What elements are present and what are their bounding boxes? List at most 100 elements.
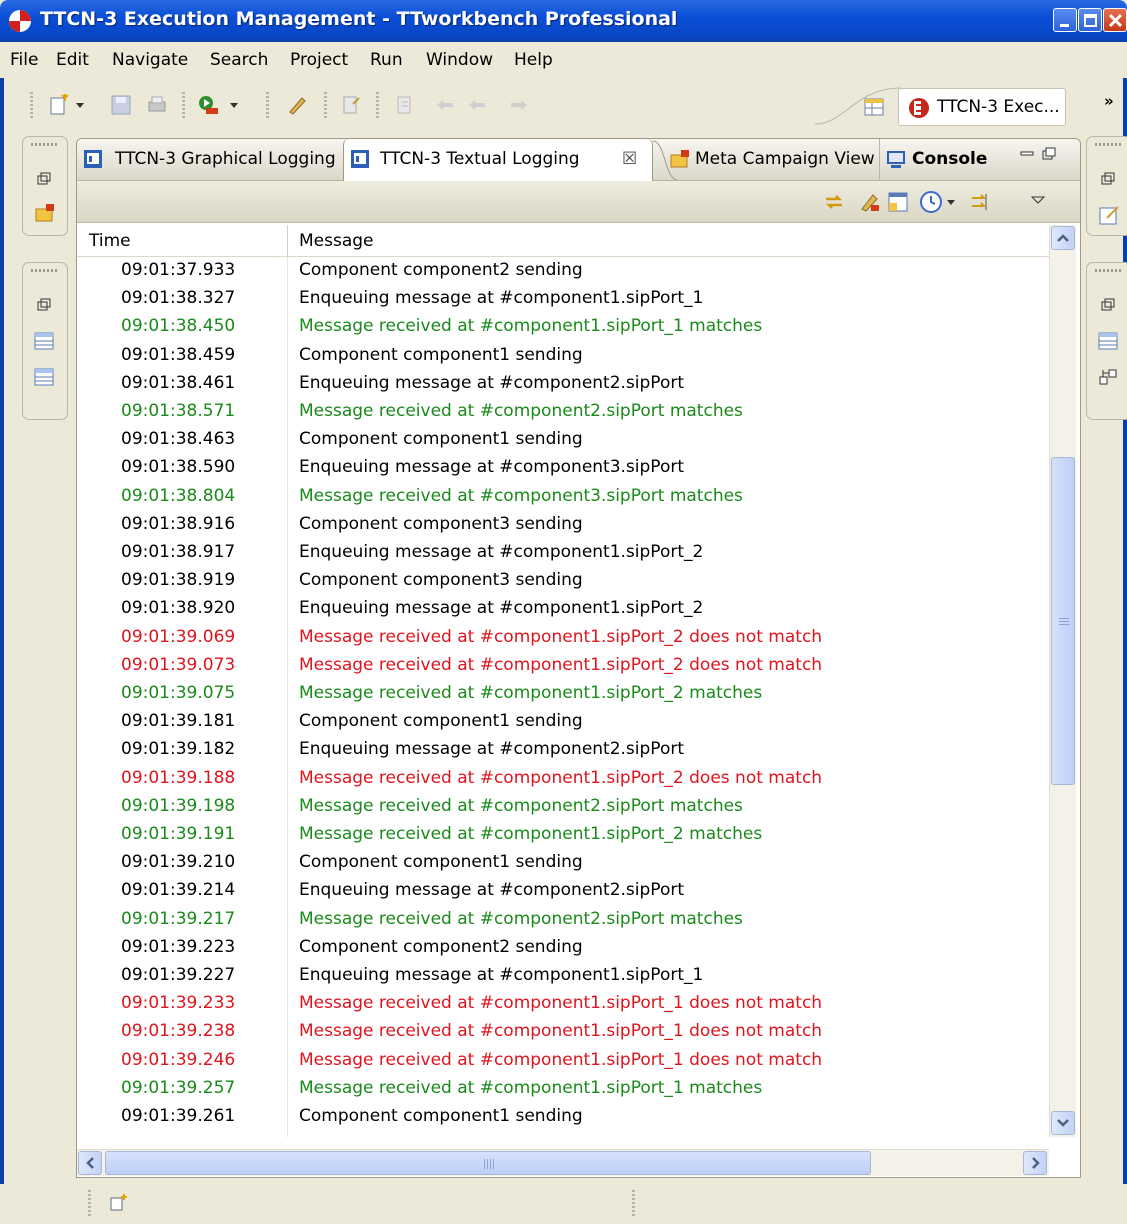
menu-run[interactable]: Run [370, 50, 403, 70]
table-row[interactable]: 09:01:38.590 Enqueuing message at #compon… [77, 454, 1049, 482]
table-row[interactable]: 09:01:39.238 Message received at #compone… [77, 1018, 1049, 1046]
view-menu-icon[interactable] [1029, 191, 1047, 213]
table-row[interactable]: 09:01:38.571 Message received at #compone… [77, 398, 1049, 426]
table-row[interactable]: 09:01:39.233 Message received at #compone… [77, 990, 1049, 1018]
table-view-icon[interactable] [34, 331, 54, 351]
table-view-icon[interactable] [1098, 331, 1118, 351]
forward-icon[interactable] [508, 94, 530, 116]
more-perspectives-chevron-icon[interactable]: » [1104, 92, 1114, 110]
meta-campaign-icon[interactable] [34, 201, 58, 225]
scroll-down-button[interactable] [1051, 1111, 1075, 1135]
menu-navigate[interactable]: Navigate [112, 50, 188, 70]
tab-close-icon[interactable]: ☒ [622, 149, 637, 169]
scroll-left-button[interactable] [78, 1151, 102, 1175]
table-row[interactable]: 09:01:39.217 Message received at #compone… [77, 906, 1049, 934]
menu-search[interactable]: Search [210, 50, 268, 70]
table-row[interactable]: 09:01:37.933 Component component2 sending [77, 257, 1049, 285]
close-button[interactable] [1103, 8, 1127, 32]
dropdown-arrow-icon[interactable] [228, 94, 240, 116]
column-header-message[interactable]: Message [299, 231, 374, 251]
horizontal-scroll-thumb[interactable] [105, 1151, 871, 1175]
tab-graphical-logging[interactable]: TTCN-3 Graphical Logging [77, 139, 341, 181]
dropdown-arrow-icon[interactable] [74, 94, 86, 116]
table-row[interactable]: 09:01:39.191 Message received at #compone… [77, 821, 1049, 849]
open-perspective-icon[interactable] [864, 98, 884, 116]
perspective-switcher-button[interactable]: TTCN-3 Exec... [898, 88, 1066, 126]
title-bar[interactable]: TTCN-3 Execution Management - TTworkbenc… [0, 0, 1127, 42]
vertical-scroll-thumb[interactable] [1051, 457, 1075, 785]
restore-icon[interactable] [1098, 295, 1118, 315]
table-row[interactable]: 09:01:38.916 Component component3 sending [77, 511, 1049, 539]
trim-grip[interactable] [1095, 143, 1123, 146]
back-arrow-icon[interactable] [434, 94, 456, 116]
table-row[interactable]: 09:01:39.181 Component component1 sending [77, 708, 1049, 736]
restore-icon[interactable] [34, 169, 54, 189]
table-row[interactable]: 09:01:38.920 Enqueuing message at #compon… [77, 595, 1049, 623]
fast-view-icon[interactable] [108, 1192, 130, 1214]
dropdown-arrow-icon[interactable] [945, 191, 957, 213]
restore-icon[interactable] [34, 295, 54, 315]
table-view-icon[interactable] [34, 367, 54, 387]
table-row[interactable]: 09:01:38.459 Component component1 sending [77, 342, 1049, 370]
table-row[interactable]: 09:01:39.188 Message received at #compone… [77, 765, 1049, 793]
table-row[interactable]: 09:01:39.227 Enqueuing message at #compon… [77, 962, 1049, 990]
message-cell: Enqueuing message at #component2.sipPort [299, 739, 685, 760]
menu-help[interactable]: Help [514, 50, 553, 70]
restore-icon[interactable] [1098, 169, 1118, 189]
table-row[interactable]: 09:01:39.261 Component component1 sending [77, 1103, 1049, 1131]
table-row[interactable]: 09:01:38.919 Component component3 sending [77, 567, 1049, 595]
table-row[interactable]: 09:01:39.198 Message received at #compone… [77, 793, 1049, 821]
table-row[interactable]: 09:01:39.182 Enqueuing message at #compon… [77, 736, 1049, 764]
save-icon[interactable] [110, 94, 132, 116]
toolbar-grip[interactable] [30, 92, 33, 118]
trim-grip[interactable] [1095, 269, 1123, 272]
maximize-view-icon[interactable] [1041, 145, 1059, 163]
scroll-right-button[interactable] [1023, 1151, 1047, 1175]
tab-console[interactable]: Console [879, 139, 999, 181]
trim-grip[interactable] [31, 269, 59, 272]
vertical-scrollbar[interactable] [1049, 225, 1076, 1137]
table-row[interactable]: 09:01:38.917 Enqueuing message at #compon… [77, 539, 1049, 567]
new-file-icon[interactable] [48, 94, 70, 116]
column-divider[interactable] [287, 225, 288, 257]
column-header-time[interactable]: Time [89, 231, 131, 251]
horizontal-scrollbar[interactable] [77, 1149, 1049, 1176]
table-row[interactable]: 09:01:39.069 Message received at #compone… [77, 624, 1049, 652]
table-row[interactable]: 09:01:38.463 Component component1 sending [77, 426, 1049, 454]
back-icon[interactable] [466, 94, 488, 116]
table-row[interactable]: 09:01:39.246 Message received at #compone… [77, 1047, 1049, 1075]
table-row[interactable]: 09:01:38.450 Message received at #compone… [77, 313, 1049, 341]
menu-window[interactable]: Window [426, 50, 493, 70]
table-row[interactable]: 09:01:38.804 Message received at #compone… [77, 483, 1049, 511]
menu-file[interactable]: File [10, 50, 38, 70]
filter-edit-icon[interactable] [859, 191, 881, 213]
outline-tree-icon[interactable] [1098, 367, 1118, 387]
clock-icon[interactable] [919, 190, 943, 214]
sync-arrows-icon[interactable] [823, 191, 845, 213]
trim-grip[interactable] [31, 143, 59, 146]
scroll-up-button[interactable] [1051, 226, 1075, 250]
menu-edit[interactable]: Edit [56, 50, 89, 70]
columns-config-icon[interactable] [887, 191, 909, 213]
pencil-edit-icon[interactable] [286, 94, 308, 116]
table-row[interactable]: 09:01:39.223 Component component2 sending [77, 934, 1049, 962]
table-row[interactable]: 09:01:39.073 Message received at #compone… [77, 652, 1049, 680]
table-row[interactable]: 09:01:39.075 Message received at #compone… [77, 680, 1049, 708]
last-edit-icon[interactable] [394, 94, 416, 116]
table-row[interactable]: 09:01:38.327 Enqueuing message at #compon… [77, 285, 1049, 313]
run-test-icon[interactable] [196, 94, 224, 116]
table-row[interactable]: 09:01:39.257 Message received at #compone… [77, 1075, 1049, 1103]
annotation-icon[interactable] [340, 94, 362, 116]
minimize-button[interactable] [1053, 8, 1077, 32]
table-row[interactable]: 09:01:39.214 Enqueuing message at #compon… [77, 877, 1049, 905]
tab-textual-logging[interactable]: TTCN-3 Textual Logging ☒ [343, 139, 653, 181]
print-icon[interactable] [146, 94, 168, 116]
table-row[interactable]: 09:01:39.210 Component component1 sending [77, 849, 1049, 877]
scroll-lock-icon[interactable] [969, 191, 991, 213]
minimize-view-icon[interactable] [1019, 149, 1037, 159]
edit-document-icon[interactable] [1098, 203, 1122, 227]
maximize-button[interactable] [1078, 8, 1102, 32]
tab-meta-campaign-view[interactable]: Meta Campaign View [663, 139, 877, 181]
table-row[interactable]: 09:01:38.461 Enqueuing message at #compon… [77, 370, 1049, 398]
menu-project[interactable]: Project [290, 50, 348, 70]
